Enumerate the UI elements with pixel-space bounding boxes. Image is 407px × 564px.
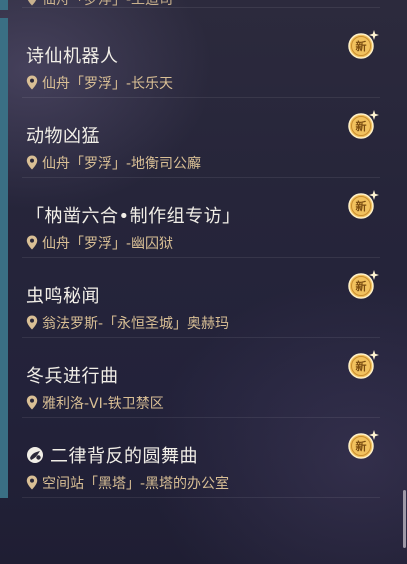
new-badge-text: 新: [355, 120, 367, 133]
location-pin-icon: [27, 0, 37, 6]
location-pin-icon: [26, 395, 38, 410]
quest-location-text: 翁法罗斯-「永恒圣城」奥赫玛: [42, 316, 230, 332]
quest-title: 「枘凿六合•制作组专访」: [26, 206, 241, 227]
quest-accent-bar: [0, 18, 8, 98]
quest-title: 二律背反的圆舞曲: [26, 442, 198, 468]
quest-location: 空间站「黑塔」-黑塔的办公室: [26, 473, 229, 493]
scrollbar-thumb[interactable]: [403, 490, 406, 548]
location-pin-icon: [26, 235, 38, 250]
divider: [22, 7, 380, 8]
new-badge-text: 新: [355, 200, 367, 213]
new-badge-text: 新: [355, 360, 367, 373]
quest-location: 仙舟「罗浮」-地衡司公廨: [26, 153, 201, 173]
quest-list: 仙舟「罗浮」-工造司 诗仙机器人 仙舟「罗浮」-长乐天 新 动物凶猛 仙舟「罗浮…: [0, 0, 407, 564]
quest-location: 仙舟「罗浮」-幽囚狱: [26, 233, 173, 253]
location-pin-icon: [26, 315, 38, 330]
quest-accent-bar: [0, 258, 8, 338]
quest-item[interactable]: 诗仙机器人 仙舟「罗浮」-长乐天 新: [0, 18, 380, 98]
quest-location-text: 仙舟「罗浮」-幽囚狱: [42, 236, 174, 252]
quest-location-text: 仙舟「罗浮」-地衡司公廨: [42, 156, 202, 172]
location-pin-icon: [26, 75, 38, 90]
quest-item[interactable]: 二律背反的圆舞曲 空间站「黑塔」-黑塔的办公室 新: [0, 418, 380, 498]
quest-accent-bar: [0, 178, 8, 258]
quest-item[interactable]: 冬兵进行曲 雅利洛-VI-铁卫禁区 新: [0, 338, 380, 418]
new-badge: 新: [346, 188, 380, 222]
quest-title: 动物凶猛: [26, 126, 100, 147]
quest-title: 虫鸣秘闻: [26, 286, 100, 307]
divider: [22, 497, 380, 498]
new-badge: 新: [346, 28, 380, 62]
location-pin-icon: [26, 155, 38, 170]
new-badge: 新: [346, 268, 380, 302]
quest-location: 翁法罗斯-「永恒圣城」奥赫玛: [26, 313, 229, 333]
quest-item[interactable]: 虫鸣秘闻 翁法罗斯-「永恒圣城」奥赫玛 新: [0, 258, 380, 338]
new-badge: 新: [346, 108, 380, 142]
new-badge: 新: [346, 348, 380, 382]
quest-title-text: 二律背反的圆舞曲: [50, 446, 198, 467]
quest-location-text: 仙舟「罗浮」-长乐天: [42, 76, 174, 92]
quest-accent-bar: [0, 98, 8, 178]
quest-title: 冬兵进行曲: [26, 366, 119, 387]
quest-mission-icon: [27, 447, 43, 463]
new-badge: 新: [346, 428, 380, 462]
quest-accent-bar: [0, 418, 8, 498]
location-pin-icon: [26, 475, 38, 490]
quest-location-text: 雅利洛-VI-铁卫禁区: [42, 396, 164, 412]
quest-accent-bar: [0, 338, 8, 418]
new-badge-text: 新: [355, 40, 367, 53]
quest-item-partial[interactable]: 仙舟「罗浮」-工造司: [0, 0, 380, 14]
quest-location: 仙舟「罗浮」-长乐天: [26, 73, 173, 93]
quest-accent-bar: [0, 0, 8, 10]
quest-item[interactable]: 动物凶猛 仙舟「罗浮」-地衡司公廨 新: [0, 98, 380, 178]
quest-location-text: 空间站「黑塔」-黑塔的办公室: [42, 476, 230, 492]
quest-item[interactable]: 「枘凿六合•制作组专访」 仙舟「罗浮」-幽囚狱 新: [0, 178, 380, 258]
quest-location: 雅利洛-VI-铁卫禁区: [26, 393, 164, 413]
new-badge-text: 新: [355, 280, 367, 293]
new-badge-text: 新: [355, 440, 367, 453]
quest-title: 诗仙机器人: [26, 46, 119, 67]
